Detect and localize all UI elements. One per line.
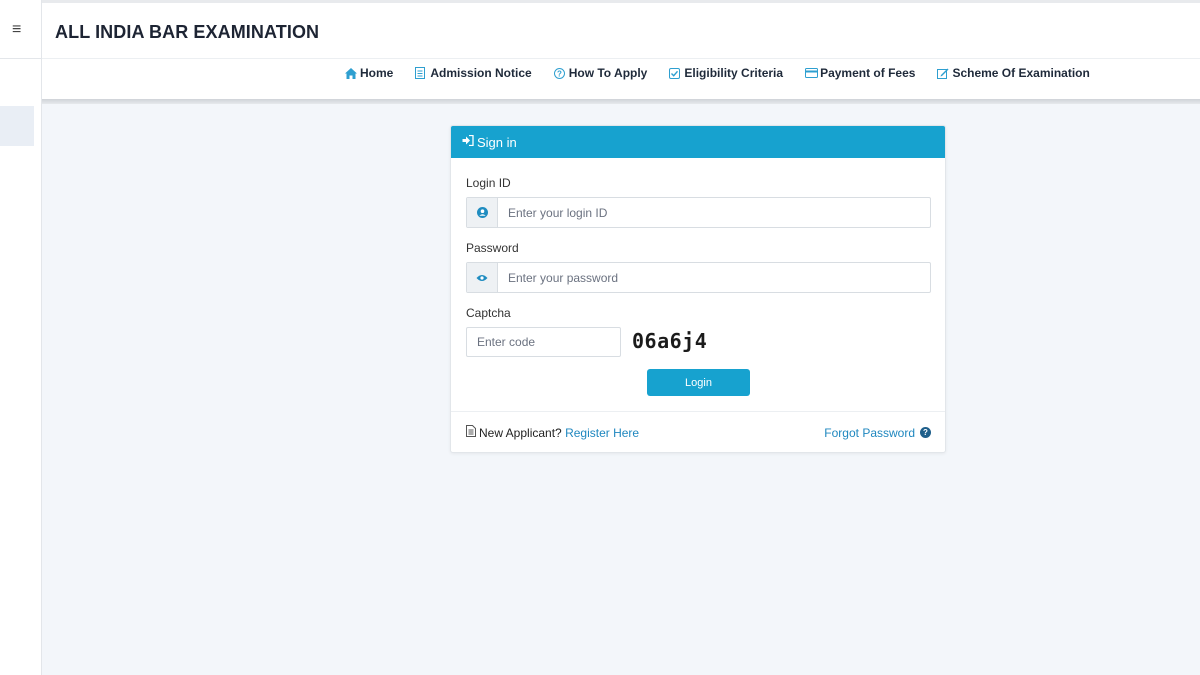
login-id-label: Login ID — [466, 176, 511, 190]
login-id-input[interactable] — [498, 198, 930, 227]
nav-item-admission-notice[interactable]: Admission Notice — [415, 66, 532, 80]
rail-active-item[interactable] — [0, 106, 34, 146]
nav-item-scheme-of-examination[interactable]: Scheme Of Examination — [937, 66, 1090, 80]
signin-card-footer: New Applicant? Register Here Forgot Pass… — [451, 411, 945, 453]
app-title: ALL INDIA BAR EXAMINATION — [55, 22, 320, 42]
nav-item-label: Payment of Fees — [820, 66, 916, 80]
hamburger-menu-icon[interactable]: ≡ — [12, 22, 21, 38]
left-rail: ≡ — [0, 0, 42, 675]
nav-item-label: Eligibility Criteria — [684, 66, 784, 80]
login-button[interactable]: Login — [647, 369, 750, 396]
signin-card: Sign in Login ID Password Captcha 06a6j4… — [450, 125, 946, 453]
svg-text:?: ? — [557, 69, 562, 78]
signin-form: Login ID Password Captcha 06a6j4 Login — [451, 158, 945, 412]
home-icon — [345, 67, 357, 79]
captcha-label: Captcha — [466, 306, 511, 320]
register-link[interactable]: Register Here — [565, 426, 639, 440]
nav-item-label: Admission Notice — [430, 66, 532, 80]
login-id-group — [466, 197, 931, 228]
navbar: Home Admission Notice ? How To Apply Eli… — [42, 59, 1200, 100]
check-square-icon — [669, 67, 681, 79]
nav-divider — [42, 99, 1200, 104]
new-applicant: New Applicant? Register Here — [466, 425, 639, 440]
signin-heading: Sign in — [477, 134, 517, 150]
nav-item-label: Scheme Of Examination — [952, 66, 1090, 80]
eye-icon[interactable] — [467, 263, 498, 292]
rail-divider — [0, 58, 42, 59]
nav-item-home[interactable]: Home — [345, 66, 393, 80]
forgot-password: Forgot Password ? — [824, 426, 931, 440]
nav-item-label: Home — [360, 66, 394, 80]
nav-item-eligibility-criteria[interactable]: Eligibility Criteria — [669, 66, 783, 80]
document-icon — [466, 425, 476, 440]
edit-icon — [937, 68, 949, 79]
nav-item-label: How To Apply — [568, 66, 648, 80]
signin-card-header: Sign in — [451, 126, 945, 158]
nav-item-payment-of-fees[interactable]: Payment of Fees — [805, 66, 915, 80]
captcha-input[interactable] — [466, 327, 621, 357]
password-label: Password — [466, 241, 519, 255]
new-applicant-text: New Applicant? — [479, 425, 562, 440]
header: ALL INDIA BAR EXAMINATION — [42, 3, 1200, 59]
password-group — [466, 262, 931, 293]
help-icon[interactable]: ? — [920, 427, 931, 438]
nav-items: Home Admission Notice ? How To Apply Eli… — [345, 66, 1112, 80]
credit-card-icon — [805, 68, 819, 78]
password-input[interactable] — [498, 263, 930, 292]
captcha-code: 06a6j4 — [632, 329, 708, 353]
document-icon — [415, 67, 427, 79]
nav-item-how-to-apply[interactable]: ? How To Apply — [553, 66, 648, 80]
forgot-password-link[interactable]: Forgot Password — [824, 426, 915, 440]
user-icon — [467, 198, 498, 227]
sign-in-icon — [462, 134, 474, 149]
question-circle-icon: ? — [553, 67, 566, 79]
